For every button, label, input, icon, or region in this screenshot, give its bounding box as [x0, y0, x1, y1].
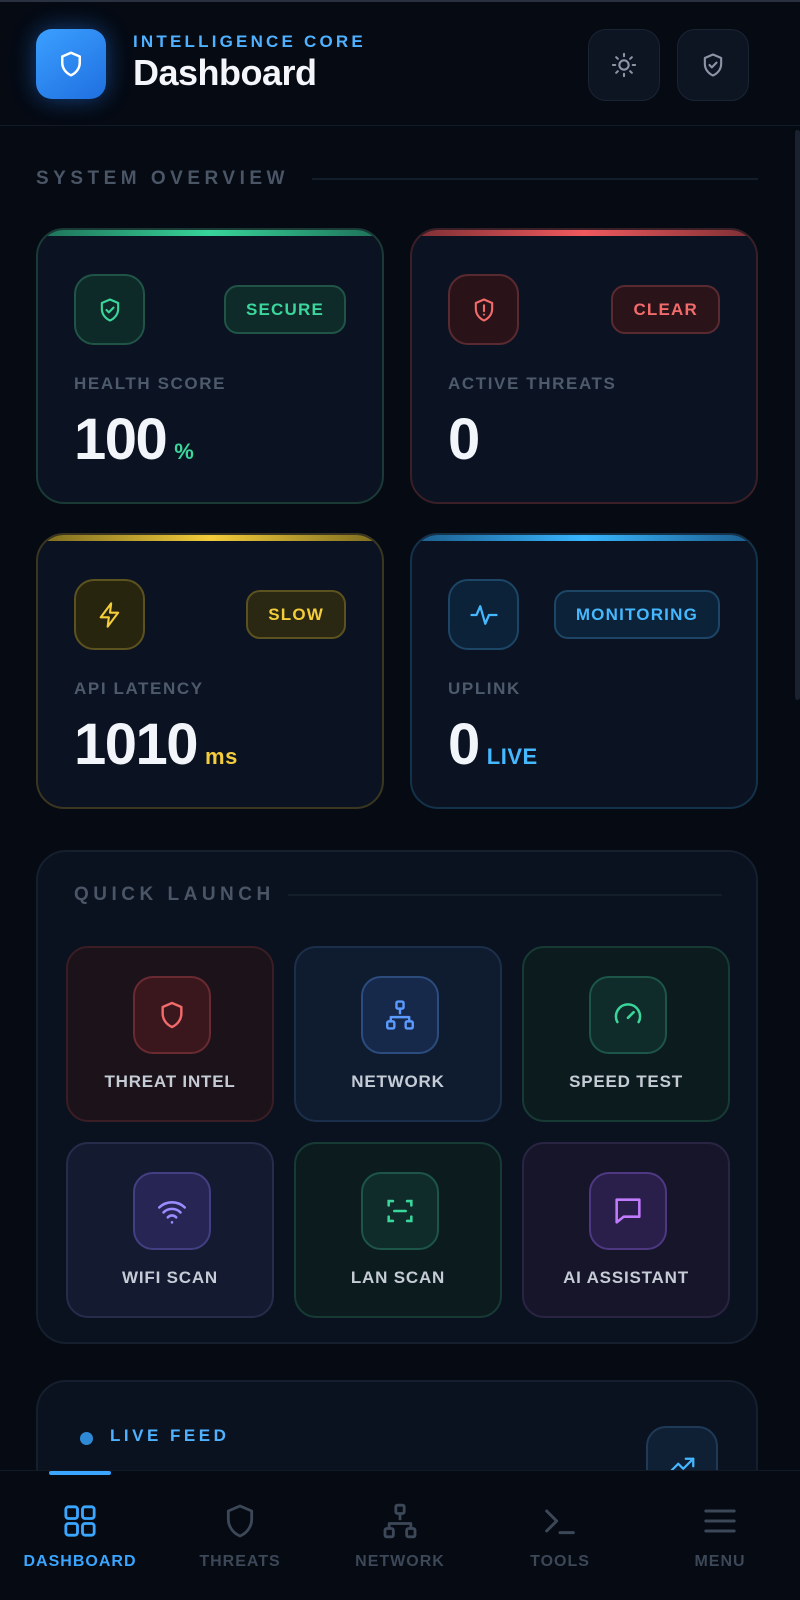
terminal-icon: [545, 1509, 575, 1535]
shield-check-icon: [100, 297, 119, 322]
value-unit: ms: [205, 744, 238, 769]
section-title-overview: SYSTEM OVERVIEW: [36, 168, 289, 189]
pulse-icon: [469, 604, 498, 625]
tile-icon-box: [361, 976, 439, 1054]
app-header: INTELLIGENCE CORE Dashboard: [0, 2, 800, 126]
card-accent-bar: [38, 230, 382, 236]
nav-network[interactable]: NETWORK: [320, 1471, 480, 1600]
tile-label: LAN SCAN: [350, 1268, 446, 1287]
value-number: 0: [448, 407, 480, 472]
status-badge: SLOW: [246, 590, 346, 639]
status-badge: MONITORING: [553, 590, 720, 639]
value-unit: LIVE: [486, 744, 538, 769]
uplink-card[interactable]: MONITORING UPLINK 0 LIVE: [410, 533, 758, 809]
tile-label: THREAT INTEL: [104, 1072, 236, 1091]
value-unit: %: [174, 439, 195, 464]
tile-network[interactable]: NETWORK: [294, 946, 502, 1122]
card-icon-box: [74, 579, 145, 650]
value-number: 100: [74, 407, 168, 472]
card-accent-bar: [412, 535, 756, 541]
nav-label: DASHBOARD: [23, 1553, 137, 1570]
sun-icon: [611, 52, 637, 78]
card-value: 0: [448, 406, 480, 473]
card-accent-bar: [412, 230, 756, 236]
health-score-card[interactable]: SECURE HEALTH SCORE 100%: [36, 228, 384, 504]
shield-icon: [161, 1001, 183, 1029]
tile-speed-test[interactable]: SPEED TEST: [522, 946, 730, 1122]
app-logo[interactable]: [36, 29, 106, 99]
status-badge: SECURE: [223, 285, 346, 334]
tile-icon-box: [589, 1172, 667, 1250]
theme-toggle-button[interactable]: [588, 29, 660, 101]
card-value: 0 LIVE: [448, 711, 538, 778]
security-status-button[interactable]: [677, 29, 749, 101]
page-title: Dashboard: [133, 52, 317, 93]
scan-icon: [387, 1199, 413, 1223]
shield-alert-icon: [474, 297, 493, 322]
lightning-icon: [99, 601, 119, 628]
api-latency-card[interactable]: SLOW API LATENCY 1010 ms: [36, 533, 384, 809]
live-feed-title: LIVE FEED: [110, 1426, 230, 1445]
shield-icon: [61, 51, 81, 77]
network-icon: [386, 1000, 414, 1030]
section-title-quick-launch: QUICK LAUNCH: [74, 884, 275, 905]
hamburger-icon: [704, 1509, 736, 1533]
nav-label: TOOLS: [530, 1553, 590, 1570]
tile-wifi-scan[interactable]: WIFI SCAN: [66, 1142, 274, 1318]
card-icon-box: [448, 579, 519, 650]
tile-label: SPEED TEST: [569, 1072, 683, 1091]
nav-threats[interactable]: THREATS: [160, 1471, 320, 1600]
nav-label: THREATS: [199, 1553, 281, 1570]
nav-label: MENU: [694, 1553, 746, 1570]
shield-check-icon: [703, 53, 723, 77]
nav-menu[interactable]: MENU: [640, 1471, 800, 1600]
tile-lan-scan[interactable]: LAN SCAN: [294, 1142, 502, 1318]
tile-icon-box: [133, 976, 211, 1054]
tile-label: NETWORK: [351, 1072, 445, 1091]
live-indicator-dot: [80, 1432, 93, 1445]
app-subtitle: INTELLIGENCE CORE: [133, 32, 366, 51]
card-value: 1010 ms: [74, 711, 238, 778]
divider: [288, 894, 722, 896]
wifi-icon: [157, 1201, 187, 1224]
quick-launch-panel: QUICK LAUNCH THREAT INTEL NETWORK SPEED …: [36, 850, 758, 1344]
tile-icon-box: [361, 1172, 439, 1250]
divider: [312, 178, 758, 180]
value-number: 1010: [74, 712, 199, 777]
card-icon-box: [448, 274, 519, 345]
card-label: UPLINK: [448, 679, 521, 698]
card-label: HEALTH SCORE: [74, 374, 227, 393]
card-value: 100%: [74, 406, 194, 473]
tile-ai-assistant[interactable]: AI ASSISTANT: [522, 1142, 730, 1318]
chat-icon: [615, 1198, 641, 1224]
speedometer-icon: [614, 1003, 642, 1024]
card-icon-box: [74, 274, 145, 345]
active-threats-card[interactable]: CLEAR ACTIVE THREATS 0: [410, 228, 758, 504]
nav-label: NETWORK: [355, 1553, 445, 1570]
nav-dashboard[interactable]: DASHBOARD: [0, 1471, 160, 1600]
status-badge: CLEAR: [611, 285, 720, 334]
network-icon: [383, 1503, 417, 1539]
card-label: API LATENCY: [74, 679, 204, 698]
tile-threat-intel[interactable]: THREAT INTEL: [66, 946, 274, 1122]
value-number: 0: [448, 712, 480, 777]
scrollbar[interactable]: [795, 130, 800, 700]
card-accent-bar: [38, 535, 382, 541]
tile-icon-box: [589, 976, 667, 1054]
card-label: ACTIVE THREATS: [448, 374, 617, 393]
nav-tools[interactable]: TOOLS: [480, 1471, 640, 1600]
tile-label: AI ASSISTANT: [563, 1268, 689, 1287]
shield-icon: [226, 1504, 254, 1538]
tile-icon-box: [133, 1172, 211, 1250]
grid-icon: [64, 1505, 96, 1537]
tile-label: WIFI SCAN: [122, 1268, 218, 1287]
bottom-nav: DASHBOARD THREATS NETWORK TOOLS MENU: [0, 1470, 800, 1600]
